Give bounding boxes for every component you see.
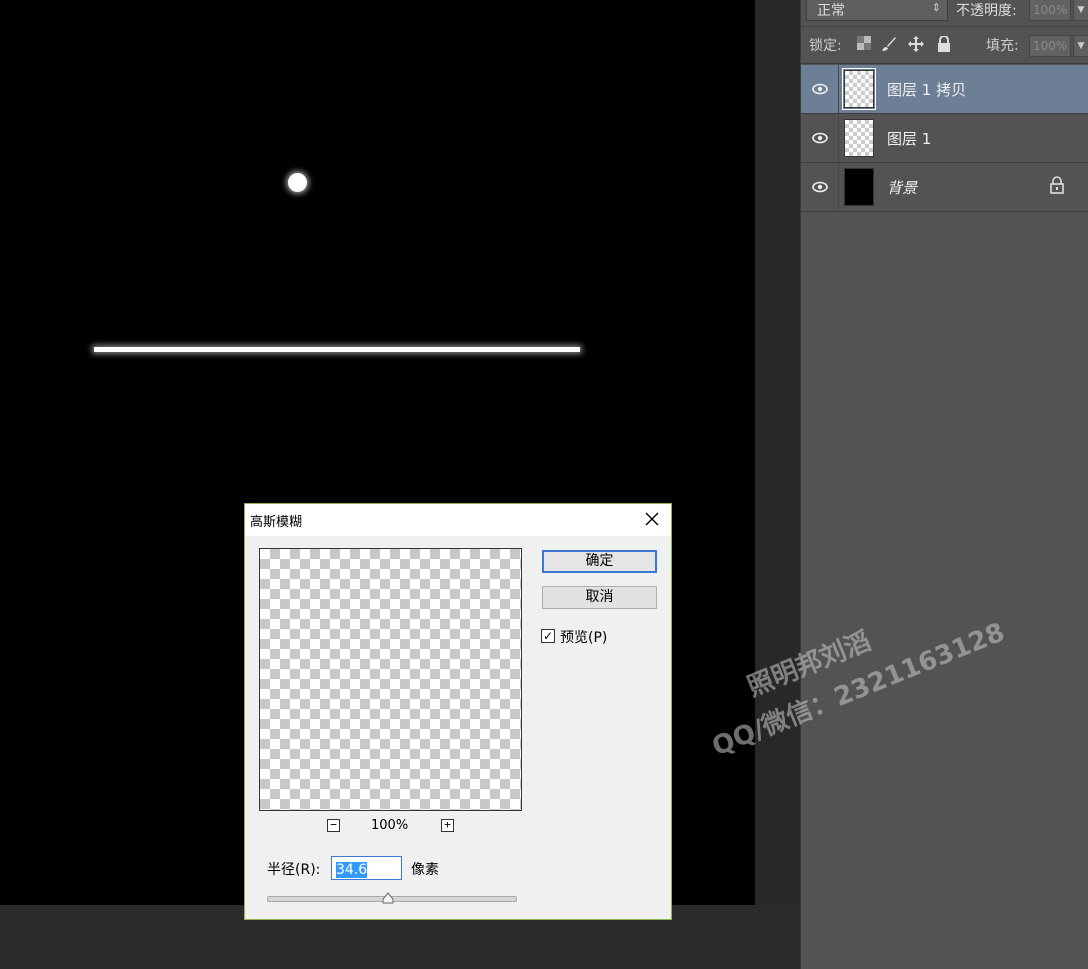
layer-row[interactable]: 背景: [801, 163, 1088, 212]
fill-label: 填充:: [986, 38, 1019, 54]
divider: [838, 114, 839, 162]
glowing-line: [94, 347, 580, 352]
layer-thumbnail: [844, 168, 874, 206]
chevron-down-icon[interactable]: ▼: [1073, 35, 1088, 57]
blend-mode-value: 正常: [817, 3, 845, 19]
ok-button[interactable]: 确定: [542, 550, 657, 573]
eye-icon[interactable]: [811, 129, 829, 147]
canvas-pasteboard: [755, 0, 800, 905]
glowing-dot: [288, 173, 307, 192]
layer-name[interactable]: 图层 1: [887, 128, 931, 149]
lock-row: 锁定: 填充: 100% ▼: [801, 27, 1088, 64]
preview-checkbox[interactable]: ✓: [541, 629, 555, 643]
dialog-titlebar[interactable]: 高斯模糊: [245, 504, 671, 536]
radius-input[interactable]: 34.6: [331, 856, 402, 880]
blend-mode-select[interactable]: 正常 ⇕: [806, 0, 948, 21]
radius-label: 半径(R):: [267, 862, 321, 878]
radius-value: 34.6: [336, 862, 368, 878]
layer-row[interactable]: 图层 1: [801, 114, 1088, 163]
radius-slider-thumb[interactable]: [382, 892, 394, 904]
layers-panel: 正常 ⇕ 不透明度: 100% ▼ 锁定: 填充: 100% ▼ 图层 1 拷贝: [800, 0, 1088, 969]
lock-transparent-pixels-icon[interactable]: [856, 36, 872, 52]
layers-options-row: 正常 ⇕ 不透明度: 100% ▼: [801, 0, 1088, 27]
brush-icon[interactable]: [881, 36, 897, 52]
layer-thumbnail: [842, 68, 876, 110]
unit-label: 像素: [411, 862, 439, 878]
close-icon[interactable]: [643, 510, 661, 528]
eye-icon[interactable]: [811, 178, 829, 196]
layer-row[interactable]: 图层 1 拷贝: [801, 65, 1088, 114]
eye-icon[interactable]: [811, 80, 829, 98]
lock-icon: [1050, 176, 1064, 194]
lock-icon[interactable]: [936, 35, 952, 52]
opacity-input[interactable]: 100%: [1029, 0, 1071, 21]
preview-area[interactable]: [259, 548, 522, 811]
divider: [838, 163, 839, 211]
preview-label[interactable]: 预览(P): [560, 627, 607, 647]
gaussian-blur-dialog: 高斯模糊 − 100% + 确定 取消 ✓ 预览(P) 半径(R): 34.6 …: [244, 503, 672, 920]
cancel-button[interactable]: 取消: [542, 586, 657, 609]
chevron-down-icon[interactable]: ▼: [1073, 0, 1088, 21]
zoom-level: 100%: [371, 818, 409, 833]
layer-thumbnail: [844, 119, 874, 157]
layer-name[interactable]: 背景: [887, 177, 917, 198]
dialog-title: 高斯模糊: [250, 515, 303, 530]
lock-label: 锁定:: [809, 38, 842, 54]
zoom-in-button[interactable]: +: [441, 819, 454, 832]
zoom-out-button[interactable]: −: [327, 819, 340, 832]
layer-name[interactable]: 图层 1 拷贝: [887, 79, 966, 100]
opacity-label: 不透明度:: [956, 3, 1017, 19]
fill-input[interactable]: 100%: [1029, 35, 1071, 57]
updown-arrow-icon: ⇕: [931, 1, 941, 14]
divider: [838, 65, 839, 113]
move-icon[interactable]: [908, 36, 924, 52]
